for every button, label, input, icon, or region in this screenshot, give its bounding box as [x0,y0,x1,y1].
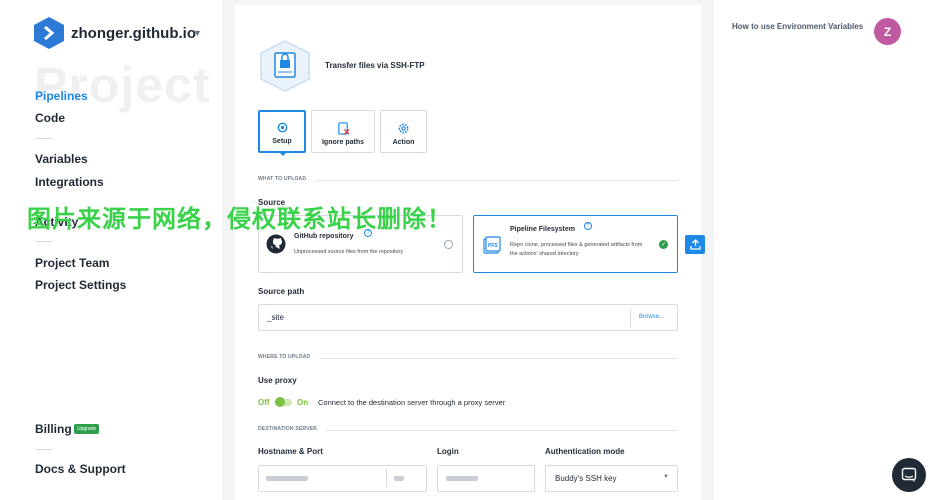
tab-setup[interactable]: Setup [258,110,306,153]
source-github-radio[interactable] [444,240,453,249]
org-name[interactable]: zhonger.github.io [71,25,196,42]
tab-action[interactable]: Action [380,110,427,153]
project-watermark: Project [34,57,211,113]
sidebar-item-project-settings[interactable]: Project Settings [35,278,126,292]
sftp-action-icon [260,40,310,92]
source-option-filesystem-title: Pipeline Filesystem [510,226,575,233]
github-icon [266,234,286,254]
source-path-input[interactable] [258,304,678,331]
sidebar-item-integrations[interactable]: Integrations [35,175,104,189]
chevron-down-icon[interactable]: ▼ [193,28,202,38]
avatar[interactable]: Z [874,18,901,45]
source-path-value: _site [267,313,284,322]
chat-icon [901,467,917,482]
action-cog-icon [398,123,409,134]
use-proxy-label: Use proxy [258,376,297,385]
tab-ignore-paths-label: Ignore paths [321,139,364,146]
what-to-upload-heading: WHAT TO UPLOAD [258,176,307,182]
filesystem-icon: PFS [483,236,501,254]
sidebar-divider [35,138,53,139]
port-divider [386,469,387,487]
sidebar-item-code[interactable]: Code [35,111,65,125]
auth-mode-value: Buddy's SSH key [555,474,617,483]
where-to-upload-heading: WHERE TO UPLOAD [258,354,311,360]
section-divider [316,180,678,181]
upload-button[interactable] [685,235,705,254]
sidebar-item-variables[interactable]: Variables [35,152,88,166]
setup-gear-icon [277,122,287,133]
proxy-toggle-on-label: On [297,398,309,407]
hostname-label: Hostname & Port [258,447,323,456]
proxy-description: Connect to the destination server throug… [318,398,506,407]
browse-button[interactable]: Browse... [639,314,664,320]
image-source-overlay-text: 图片来源于网络，侵权联系站长删除！ [27,206,452,233]
chat-support-button[interactable] [892,458,926,492]
sidebar-divider [35,449,53,450]
source-option-filesystem-desc: Repo clone, processed files & generated … [510,242,643,257]
tab-ignore-paths[interactable]: Ignore paths [311,110,375,153]
login-label: Login [437,447,459,456]
section-divider [326,430,678,431]
proxy-toggle-off-label: Off [258,398,270,407]
chevron-down-icon[interactable]: ▼ [663,474,669,480]
filesystem-help-icon[interactable]: ? [584,222,592,230]
section-divider [319,358,678,359]
sidebar-item-docs-support[interactable]: Docs & Support [35,462,126,476]
action-title: Transfer files via SSH-FTP [325,61,425,70]
sidebar-item-project-team[interactable]: Project Team [35,256,109,270]
sidebar-item-billing[interactable]: Billing [35,422,72,436]
env-variables-help-link[interactable]: How to use Environment Variables [732,22,863,31]
destination-server-heading: DESTINATION SERVER [258,426,317,432]
source-option-github-title: GitHub repository [294,233,354,240]
redacted-port [394,476,404,481]
active-tab-pointer [279,152,287,156]
upgrade-badge[interactable]: Upgrade [74,424,100,434]
proxy-toggle-knob[interactable] [275,397,285,407]
redacted-hostname [266,476,308,481]
sidebar-divider [35,241,53,242]
upload-icon [689,239,701,250]
sidebar-item-pipelines[interactable]: Pipelines [35,89,88,103]
tab-setup-label: Setup [272,138,292,145]
auth-mode-label: Authentication mode [545,447,625,456]
redacted-login [446,476,478,481]
svg-text:PFS: PFS [488,243,498,249]
tab-action-label: Action [392,139,415,146]
buddy-logo-icon[interactable] [34,17,64,49]
selected-check-icon: ✓ [659,240,668,249]
ignore-paths-icon [337,122,349,135]
input-divider [630,309,631,327]
source-option-github-desc: Unprocessed source files from the reposi… [294,249,404,255]
source-path-label: Source path [258,287,305,296]
